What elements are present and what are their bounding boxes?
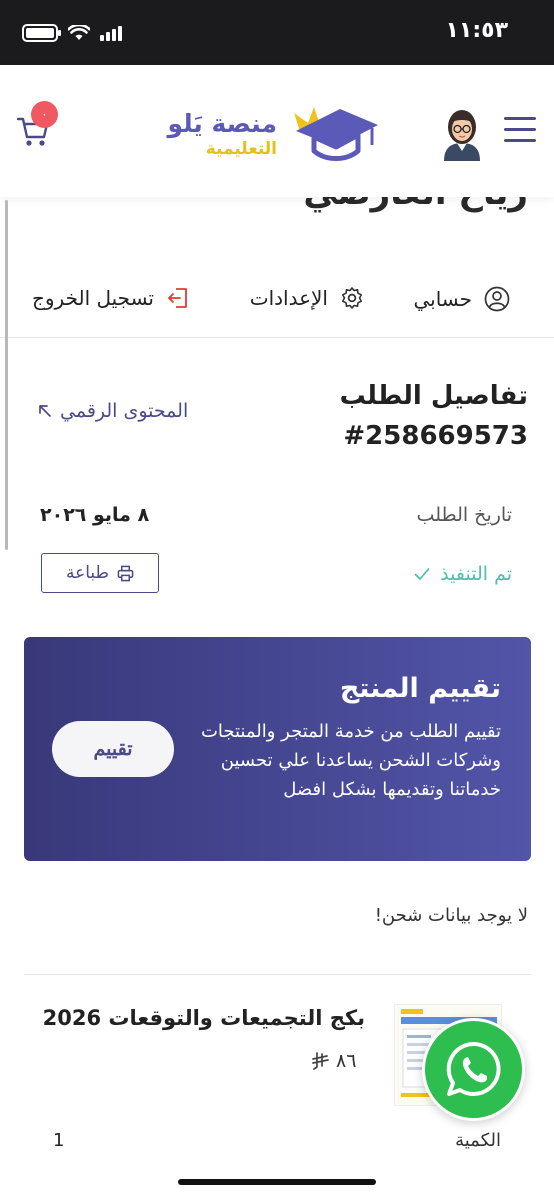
rate-button[interactable]: تقييم — [52, 721, 174, 777]
order-status: تم التنفيذ — [414, 563, 512, 585]
signal-icon — [100, 25, 122, 41]
menu-button[interactable] — [504, 117, 536, 145]
logo-subtitle: التعليمية — [205, 139, 277, 159]
order-title: تفاصيل الطلب — [339, 381, 528, 411]
print-label: طباعة — [65, 563, 110, 583]
order-status-label: تم التنفيذ — [440, 563, 512, 585]
nav-settings-label: الإعدادات — [249, 286, 328, 310]
nav-my-account-label: حسابي — [413, 287, 472, 311]
print-button[interactable]: طباعة — [41, 553, 159, 593]
digital-content-label: المحتوى الرقمي — [60, 400, 189, 422]
check-icon — [414, 568, 430, 580]
review-description: تقييم الطلب من خدمة المتجر والمنتجات وشر… — [200, 721, 501, 800]
riyal-currency-icon — [312, 1052, 329, 1070]
avatar[interactable] — [440, 105, 484, 161]
nav-logout-label: تسجيل الخروج — [31, 286, 154, 310]
order-date-label: تاريخ الطلب — [416, 504, 512, 526]
home-indicator — [178, 1179, 376, 1185]
battery-icon — [22, 24, 61, 42]
digital-content-link[interactable]: المحتوى الرقمي — [38, 400, 188, 422]
product-price: ٨٦ — [312, 1050, 356, 1072]
logout-icon — [168, 288, 187, 308]
whatsapp-chat-button[interactable] — [422, 1018, 525, 1121]
logo-name: منصة يَلو — [167, 109, 277, 138]
quantity-label: الكمية — [455, 1130, 501, 1151]
quantity-value: 1 — [53, 1130, 65, 1151]
gear-icon — [342, 287, 362, 309]
product-review-card: تقييم المنتج تقييم الطلب من خدمة المتجر … — [24, 637, 531, 861]
status-icons — [22, 24, 122, 42]
product-price-value: ٨٦ — [336, 1050, 357, 1072]
nav-settings[interactable]: الإعدادات — [250, 286, 364, 310]
printer-icon — [117, 565, 134, 581]
account-nav: حسابي الإعدادات تسجيل الخروج — [0, 262, 554, 338]
arrow-up-left-icon — [39, 405, 51, 417]
review-title: تقييم المنتج — [339, 673, 501, 704]
whatsapp-icon — [446, 1041, 501, 1096]
status-bar: ١١:٥٣ — [0, 0, 554, 65]
order-title-block: تفاصيل الطلب #258669573 — [340, 376, 528, 456]
platform-logo[interactable]: منصة يَلو التعليمية — [168, 101, 382, 165]
status-time: ١١:٥٣ — [445, 18, 508, 43]
nav-logout[interactable]: تسجيل الخروج — [32, 286, 190, 310]
product-name[interactable]: بكج التجميعات والتوقعات 2026 — [43, 1006, 365, 1030]
wifi-icon — [68, 25, 90, 40]
graduation-cap-logo-icon — [294, 107, 378, 161]
scrollbar[interactable] — [5, 200, 8, 550]
user-icon — [484, 286, 510, 312]
app-header: منصة يَلو التعليمية ٠ — [0, 65, 554, 197]
cart-count-badge: ٠ — [31, 101, 58, 128]
order-number: #258669573 — [343, 421, 528, 451]
menu-icon — [504, 117, 536, 120]
divider — [24, 974, 531, 975]
no-shipping-message: لا يوجد بيانات شحن! — [374, 905, 528, 926]
order-date-value: ٨ مايو ٢٠٢٦ — [40, 504, 150, 526]
nav-my-account[interactable]: حسابي — [413, 286, 510, 312]
